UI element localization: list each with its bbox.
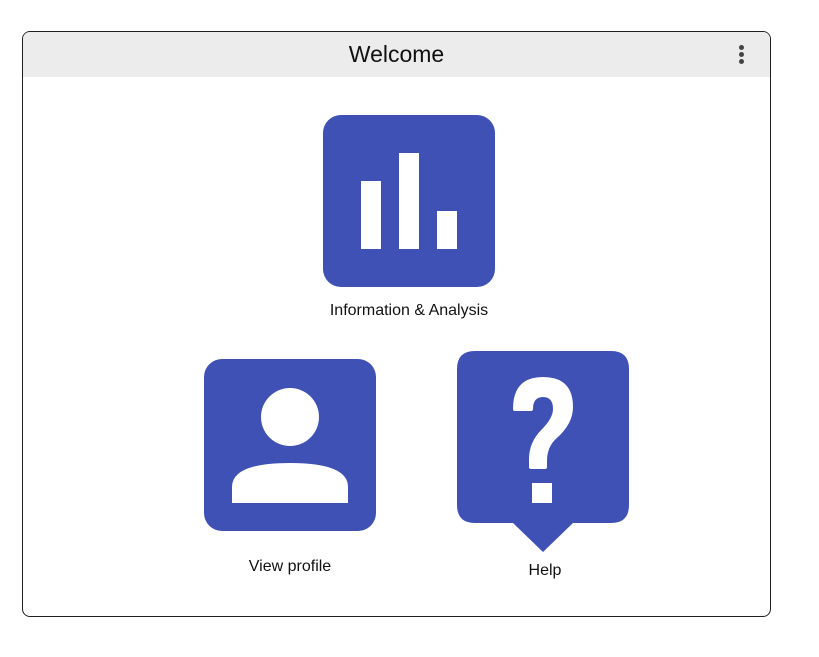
kebab-menu-icon[interactable]	[730, 43, 752, 65]
help-label: Help	[528, 562, 562, 579]
question-bubble-icon	[457, 351, 629, 552]
help-button[interactable]	[457, 351, 629, 553]
welcome-window: Welcome Information & Analysis View prof…	[22, 31, 771, 617]
title-bar: Welcome	[23, 32, 770, 77]
information-analysis-button[interactable]	[323, 115, 495, 287]
window-title: Welcome	[348, 41, 445, 67]
view-profile-button[interactable]	[204, 359, 376, 531]
bar-chart-icon	[323, 115, 495, 287]
view-profile-label: View profile	[248, 558, 332, 575]
person-icon	[204, 359, 376, 531]
information-analysis-label: Information & Analysis	[329, 302, 489, 319]
